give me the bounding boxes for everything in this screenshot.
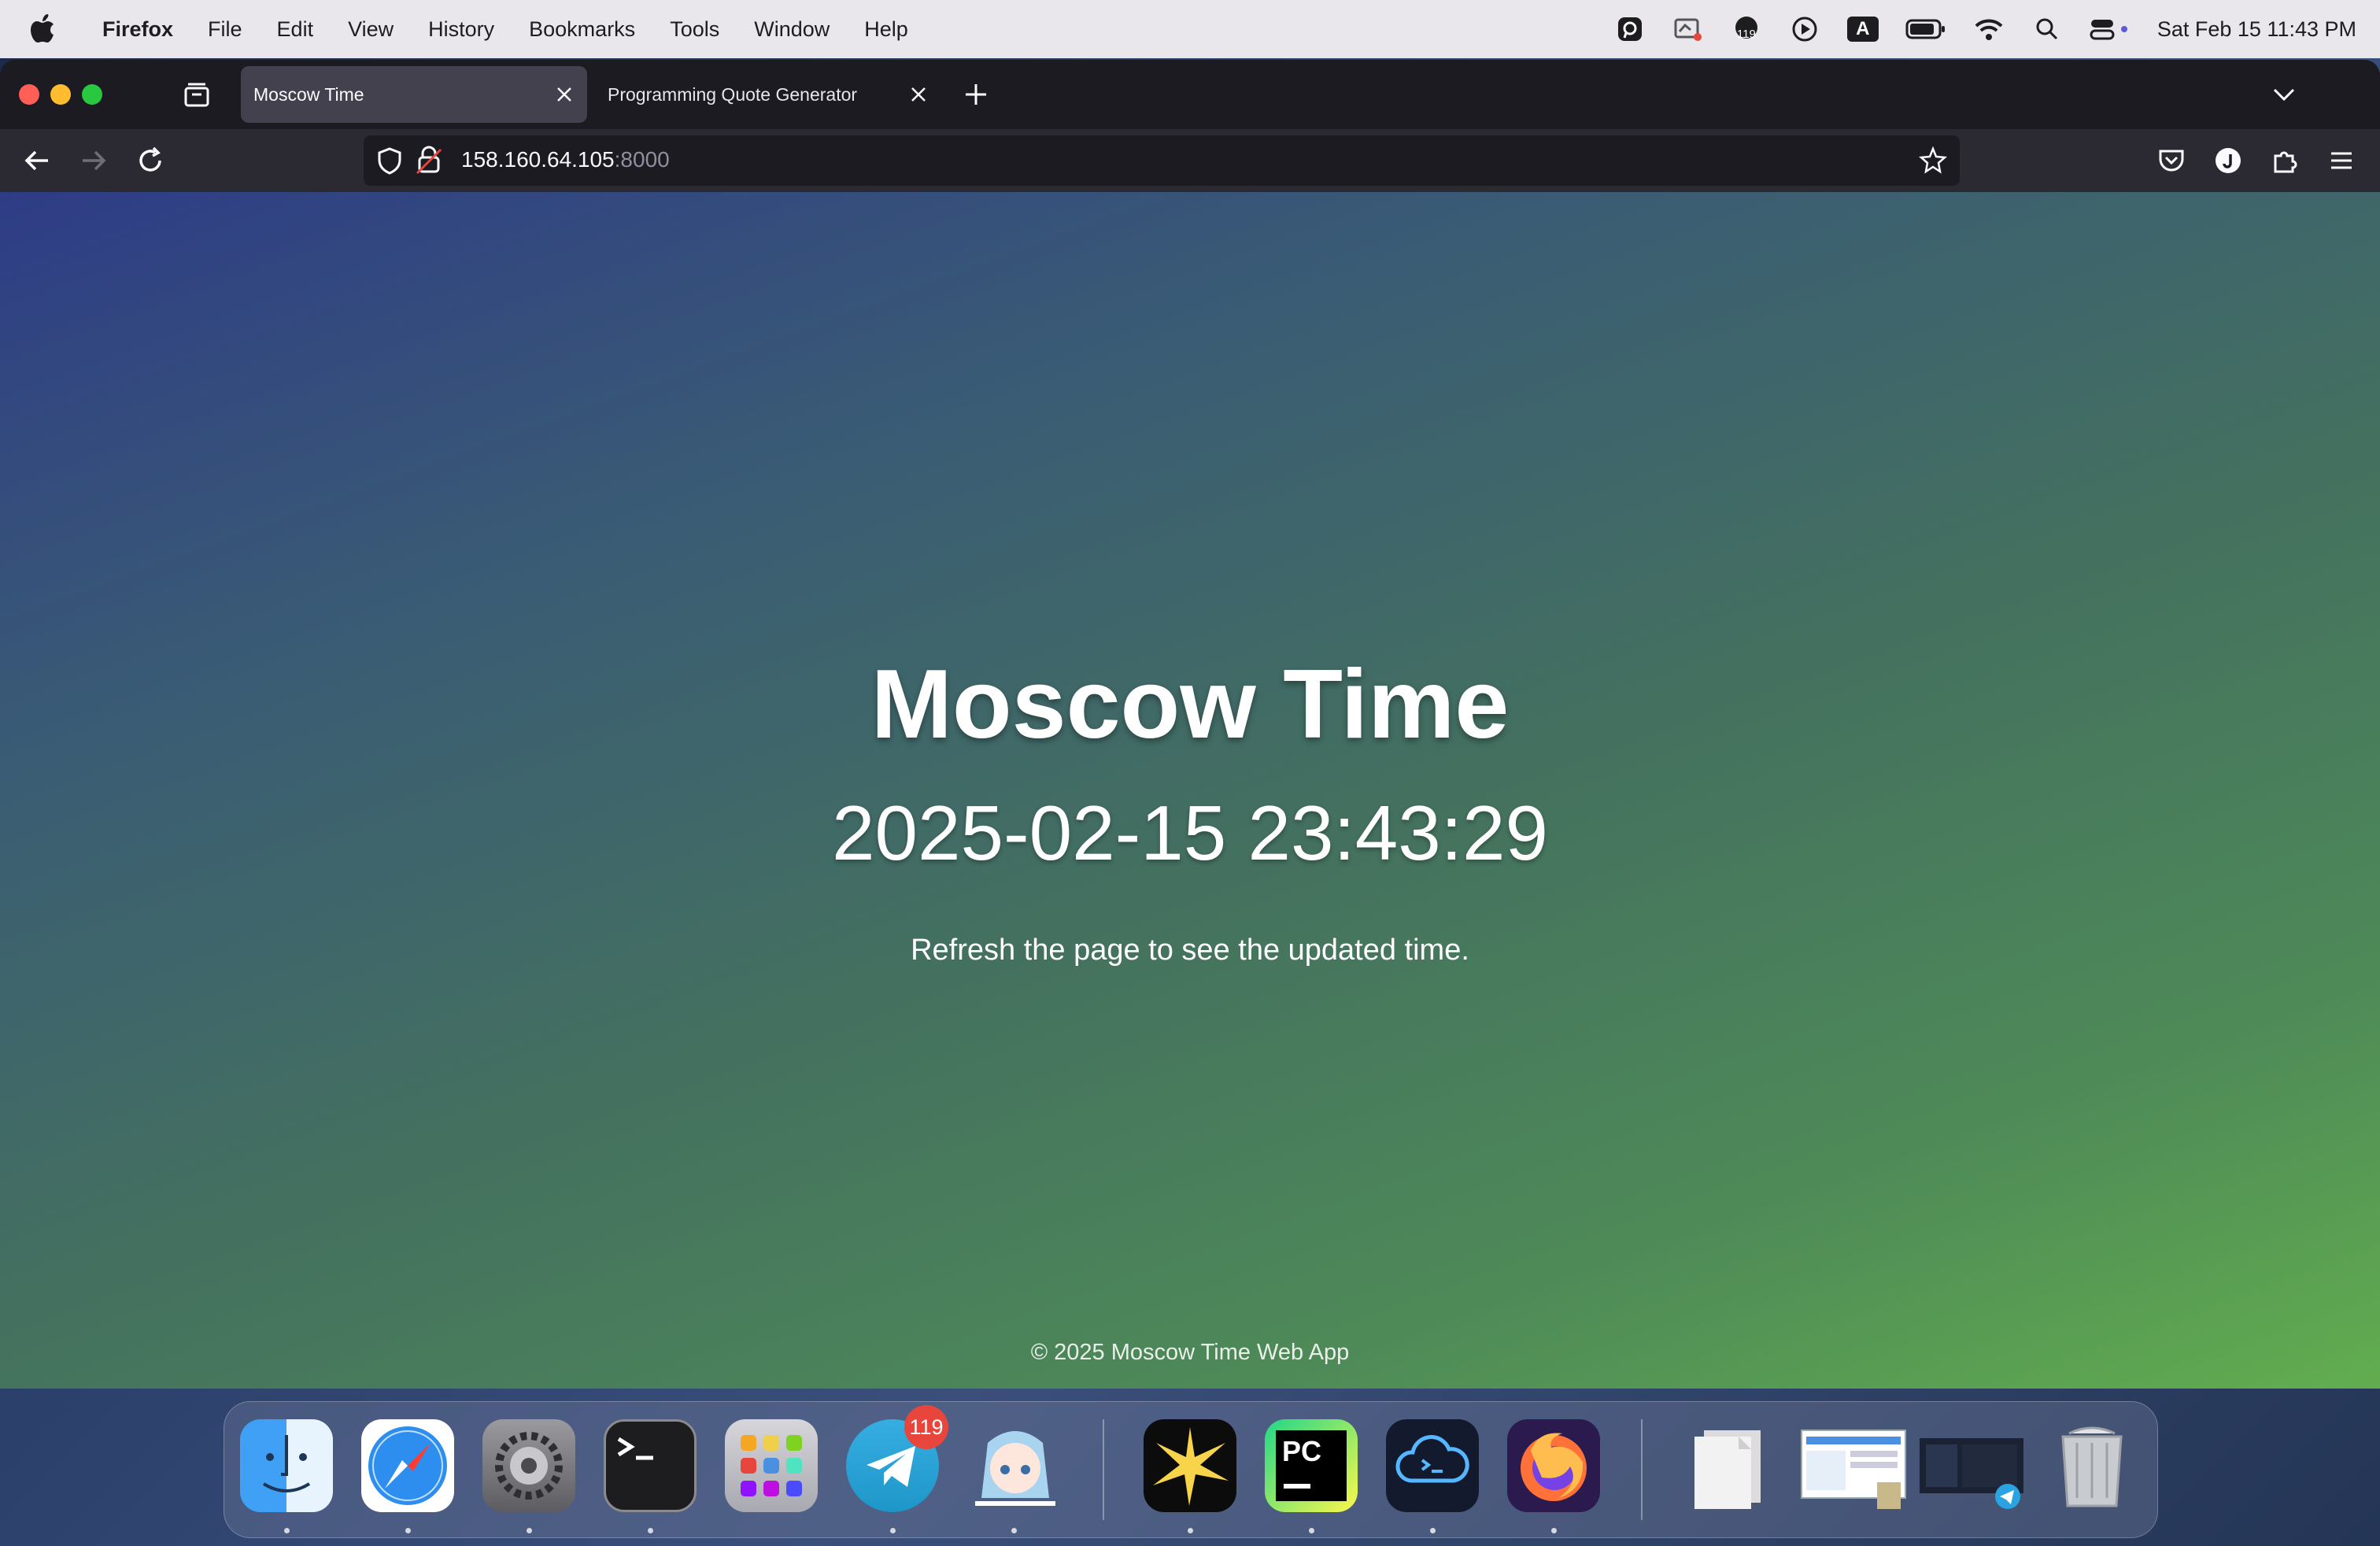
wifi-icon[interactable] xyxy=(1973,13,2005,45)
page-footer: © 2025 Moscow Time Web App xyxy=(1030,1340,1350,1365)
dock-anime-avatar-app-icon[interactable] xyxy=(956,1419,1074,1512)
apple-menu-icon[interactable] xyxy=(0,14,85,44)
battery-icon[interactable] xyxy=(1905,13,1946,45)
window-minimize-button[interactable] xyxy=(50,84,71,105)
url-host: 158.160.64.105 xyxy=(461,147,615,172)
account-avatar-icon[interactable] xyxy=(2210,142,2246,179)
menu-app-name[interactable]: Firefox xyxy=(85,17,190,42)
window-zoom-button[interactable] xyxy=(82,84,102,105)
pastebot-icon[interactable] xyxy=(1614,13,1646,45)
menu-file[interactable]: File xyxy=(190,17,260,42)
dock-spark-app-icon[interactable] xyxy=(1144,1419,1236,1512)
menu-bar-status-area: 119 A Sat Feb 15 11:43 PM xyxy=(1614,0,2356,58)
dock-system-settings-icon[interactable] xyxy=(482,1419,575,1512)
dock-running-indicator xyxy=(1551,1528,1557,1533)
insecure-lock-icon[interactable] xyxy=(416,145,442,180)
pocket-icon[interactable] xyxy=(2153,142,2190,179)
menu-edit[interactable]: Edit xyxy=(260,17,331,42)
macos-menu-bar: Firefox File Edit View History Bookmarks… xyxy=(0,0,2380,58)
dock-telegram-window-stack-icon[interactable] xyxy=(1916,1419,2027,1512)
dock-running-indicator xyxy=(527,1528,532,1533)
moscow-time-value: 2025-02-15 23:43:29 xyxy=(832,790,1548,876)
menu-tools[interactable]: Tools xyxy=(652,17,737,42)
macos-dock: 119 PC xyxy=(224,1401,2158,1538)
dock-finder-icon[interactable] xyxy=(240,1419,333,1512)
new-tab-icon[interactable] xyxy=(962,80,990,109)
menu-window[interactable]: Window xyxy=(737,17,847,42)
dock-terminal-icon[interactable] xyxy=(604,1419,697,1512)
pycharm-underscore xyxy=(1284,1484,1310,1489)
url-port: :8000 xyxy=(614,147,670,172)
dock-screenshot-stack-icon[interactable] xyxy=(1798,1419,1909,1512)
pycharm-label: PC xyxy=(1282,1435,1322,1467)
back-arrow-icon[interactable] xyxy=(19,142,55,179)
pycharm-inner: PC xyxy=(1276,1430,1347,1501)
menu-history[interactable]: History xyxy=(411,17,512,42)
input-source-icon[interactable]: A xyxy=(1846,17,1879,42)
bookmark-star-icon[interactable] xyxy=(1918,146,1948,179)
menu-help[interactable]: Help xyxy=(847,17,926,42)
refresh-note: Refresh the page to see the updated time… xyxy=(911,934,1469,967)
tracking-protection-shield-icon[interactable] xyxy=(376,146,403,179)
tab-close-icon[interactable] xyxy=(907,83,930,106)
navigation-toolbar: 158.160.64.105:8000 xyxy=(0,129,2380,192)
menu-bookmarks[interactable]: Bookmarks xyxy=(512,17,652,42)
dock-running-indicator xyxy=(1011,1528,1017,1533)
tab-label: Programming Quote Generator xyxy=(608,83,858,105)
extensions-puzzle-icon[interactable] xyxy=(2267,142,2303,179)
dock-running-indicator xyxy=(1188,1528,1193,1533)
menu-bar-clock[interactable]: Sat Feb 15 11:43 PM xyxy=(2157,17,2356,42)
notification-counter-value: 119 xyxy=(1736,27,1756,41)
tab-label: Moscow Time xyxy=(253,83,364,105)
dock-separator xyxy=(1641,1419,1643,1520)
dock-trash-icon[interactable] xyxy=(2046,1419,2138,1512)
window-close-button[interactable] xyxy=(19,84,39,105)
hamburger-menu-icon[interactable] xyxy=(2323,142,2360,179)
dock-running-indicator xyxy=(405,1528,411,1533)
play-icon[interactable] xyxy=(1789,13,1820,45)
telegram-unread-badge: 119 xyxy=(904,1405,948,1449)
tab-close-icon[interactable] xyxy=(552,83,576,106)
dock-pycharm-icon[interactable]: PC xyxy=(1265,1419,1358,1512)
dock-documents-stack-icon[interactable] xyxy=(1680,1419,1773,1512)
spotlight-search-icon[interactable] xyxy=(2031,13,2063,45)
web-page-content: Moscow Time 2025-02-15 23:43:29 Refresh … xyxy=(0,192,2380,1389)
firefox-window: Moscow Time Programming Quote Generator xyxy=(0,60,2380,1389)
reload-icon[interactable] xyxy=(132,142,168,179)
list-all-tabs-chevron-down-icon[interactable] xyxy=(2270,82,2298,107)
input-source-label: A xyxy=(1856,18,1870,39)
page-title: Moscow Time xyxy=(870,650,1510,759)
firefox-view-icon[interactable] xyxy=(181,80,213,109)
tab-moscow-time[interactable]: Moscow Time xyxy=(241,66,587,123)
forward-arrow-icon[interactable] xyxy=(76,142,112,179)
dock-safari-icon[interactable] xyxy=(361,1419,454,1512)
dock-running-indicator xyxy=(1309,1528,1314,1533)
dock-running-indicator xyxy=(1430,1528,1436,1533)
control-center-icon[interactable] xyxy=(2090,13,2131,45)
address-bar[interactable]: 158.160.64.105:8000 xyxy=(364,135,1960,186)
dock-firefox-icon[interactable] xyxy=(1507,1419,1600,1512)
dock-separator xyxy=(1103,1419,1104,1520)
menu-view[interactable]: View xyxy=(331,17,411,42)
notification-counter-icon[interactable]: 119 xyxy=(1731,13,1762,45)
dock-running-indicator xyxy=(648,1528,653,1533)
tab-bar: Moscow Time Programming Quote Generator xyxy=(0,60,2380,129)
tab-programming-quote-generator[interactable]: Programming Quote Generator xyxy=(595,66,941,123)
screen-share-icon[interactable] xyxy=(1672,13,1704,45)
dock-launchpad-icon[interactable] xyxy=(725,1419,818,1512)
url-text: 158.160.64.105:8000 xyxy=(461,147,670,172)
dock-running-indicator xyxy=(890,1528,896,1533)
dock-cloud-terminal-icon[interactable] xyxy=(1386,1419,1479,1512)
dock-running-indicator xyxy=(284,1528,290,1533)
